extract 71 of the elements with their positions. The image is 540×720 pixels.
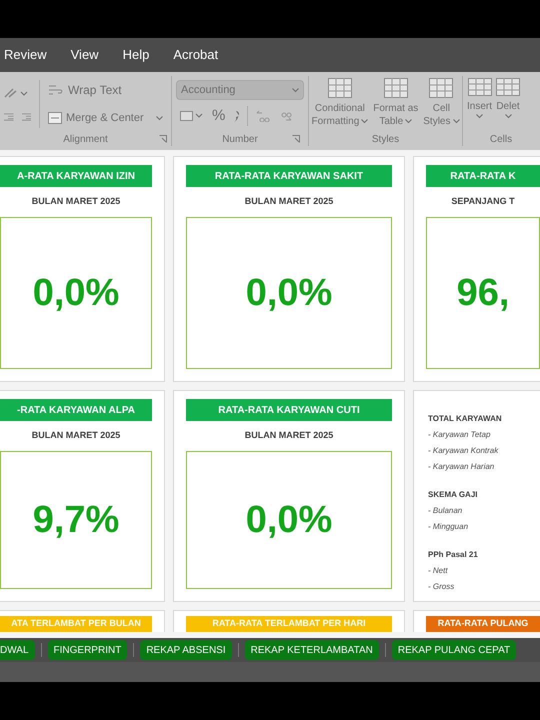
- info-heading: PPh Pasal 21: [428, 549, 479, 561]
- chevron-down-icon: [156, 116, 163, 121]
- percentage-value: 0,0%: [32, 270, 120, 316]
- table-grid-icon: [429, 78, 454, 98]
- currency-icon[interactable]: [180, 110, 204, 122]
- chevron-down-icon: [476, 114, 483, 119]
- style-button[interactable]: Cell Styles: [423, 76, 460, 132]
- sheet-tab[interactable]: REKAP ABSENSI: [140, 640, 232, 660]
- cells-button[interactable]: Insert: [467, 76, 492, 132]
- group-label: Number: [222, 133, 258, 146]
- sheet-tab[interactable]: REKAP PULANG CEPAT: [392, 640, 516, 660]
- chevron-down-icon: [361, 119, 368, 124]
- group-label: Cells: [490, 133, 512, 146]
- card-subtitle: BULAN MARET 2025: [244, 429, 334, 442]
- increase-indent-icon[interactable]: [22, 112, 31, 122]
- card-subtitle: BULAN MARET 2025: [32, 195, 120, 208]
- sheet-tab[interactable]: DWAL: [0, 640, 35, 660]
- wrap-text-icon: [48, 83, 64, 98]
- info-item: - Bulanan: [428, 505, 464, 517]
- info-heading: SKEMA GAJI: [428, 489, 478, 501]
- style-button[interactable]: Conditional Formatting: [311, 76, 368, 132]
- info-item: - Mingguan: [428, 521, 470, 533]
- card-header: ATA TERLAMBAT PER BULAN: [0, 616, 152, 632]
- comma-style-icon[interactable]: [233, 110, 240, 122]
- percent-style-button[interactable]: %: [212, 104, 226, 128]
- card-header: A-RATA KARYAWAN IZIN: [0, 165, 152, 187]
- info-item: - Karyawan Kontrak: [428, 445, 500, 457]
- info-item: - Gross: [428, 581, 456, 593]
- merge-center-button[interactable]: Merge & Center: [48, 110, 171, 127]
- card-header: RATA-RATA KARYAWAN SAKIT: [186, 165, 392, 187]
- group-label: Styles: [372, 133, 400, 146]
- decrease-indent-icon[interactable]: [4, 112, 14, 122]
- card-subtitle: BULAN MARET 2025: [32, 429, 120, 442]
- chevron-down-icon: [405, 119, 412, 124]
- sheet-tab[interactable]: FINGERPRINT: [48, 640, 128, 660]
- menu-item[interactable]: View: [70, 45, 99, 65]
- merge-cells-icon: [48, 112, 62, 124]
- info-item: - Karyawan Harian: [428, 461, 496, 473]
- chevron-down-icon: [292, 88, 299, 92]
- chevron-down-icon: [452, 119, 460, 124]
- info-item: - Nett: [428, 565, 449, 577]
- info-heading: TOTAL KARYAWAN: [428, 413, 503, 425]
- chevron-down-icon: [504, 114, 512, 119]
- wrap-text-button[interactable]: Wrap Text: [48, 81, 171, 100]
- dialog-launcher-icon[interactable]: [292, 135, 300, 143]
- cells-button[interactable]: Delet: [496, 76, 520, 132]
- percentage-value: 9,7%: [32, 498, 120, 542]
- dialog-launcher-icon[interactable]: [159, 135, 167, 143]
- table-grid-icon: [384, 78, 408, 98]
- sheet-tab[interactable]: REKAP KETERLAMBATAN: [244, 640, 379, 660]
- table-grid-icon: [328, 78, 352, 98]
- card-header: -RATA KARYAWAN ALPA: [0, 399, 152, 421]
- menu-item[interactable]: Review: [4, 45, 47, 65]
- menu-item[interactable]: Help: [122, 45, 150, 65]
- info-item: - Karyawan Tetap: [428, 429, 492, 441]
- card-header: RATA-RATA PULANG: [426, 616, 540, 632]
- card-header: RATA-RATA KARYAWAN CUTI: [186, 399, 392, 421]
- card-header: RATA-RATA TERLAMBAT PER HARI: [186, 616, 392, 632]
- cells-grid-icon: [496, 78, 520, 96]
- percentage-value: 0,0%: [246, 270, 332, 316]
- card-header: RATA-RATA K: [426, 165, 540, 187]
- percentage-value: 96,: [456, 270, 510, 316]
- cells-grid-icon: [468, 78, 492, 96]
- increase-decimal-icon[interactable]: [256, 110, 270, 122]
- group-label: Alignment: [63, 133, 108, 146]
- percentage-value: 0,0%: [246, 498, 332, 542]
- card-subtitle: SEPANJANG T: [451, 195, 515, 208]
- style-button[interactable]: Format as Table: [373, 76, 418, 132]
- card-subtitle: BULAN MARET 2025: [244, 195, 334, 208]
- orientation-icon[interactable]: [4, 86, 28, 98]
- menu-item[interactable]: Acrobat: [173, 45, 218, 65]
